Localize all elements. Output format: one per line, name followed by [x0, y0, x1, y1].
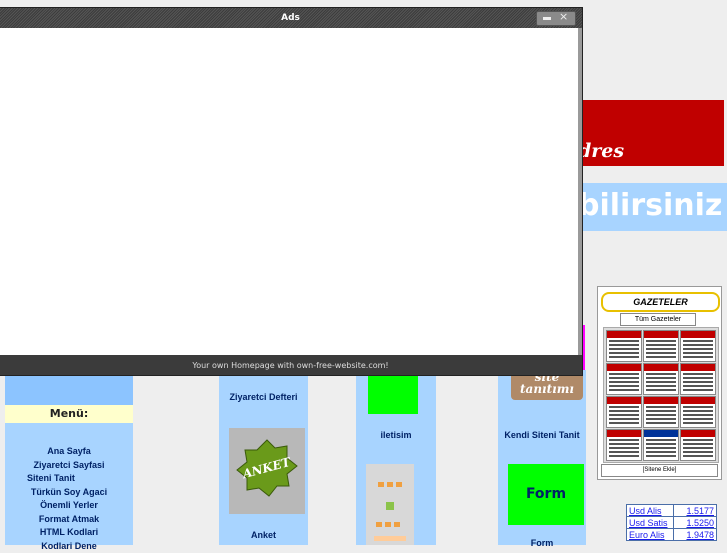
- green-block[interactable]: [368, 370, 418, 414]
- currency-value[interactable]: 1.5250: [674, 517, 717, 529]
- menu-item-onemli-yerler[interactable]: Önemli Yerler: [5, 499, 133, 513]
- newspaper-grid: [603, 327, 719, 463]
- flow-diagram-icon: [366, 464, 414, 545]
- blue-banner-text: bilirsiniz: [578, 188, 722, 223]
- close-icon[interactable]: ×: [559, 10, 568, 23]
- blue-banner: bilirsiniz: [578, 183, 727, 231]
- menu-item-ana-sayfa[interactable]: Ana Sayfa: [5, 445, 133, 459]
- table-row: Euro Alis 1.9478: [627, 529, 717, 541]
- iletisim-link[interactable]: iletisim: [356, 430, 436, 440]
- menu-item-html-kodlari[interactable]: HTML Kodlari: [5, 526, 133, 540]
- window-controls: ×: [536, 11, 576, 26]
- minimize-icon[interactable]: [543, 17, 551, 20]
- red-banner-text: dres: [578, 140, 624, 162]
- form-button[interactable]: Form: [508, 464, 584, 525]
- newspaper-thumb[interactable]: [606, 330, 642, 362]
- table-row: Usd Satis 1.5250: [627, 517, 717, 529]
- newspaper-thumb[interactable]: [643, 330, 679, 362]
- newspaper-thumb[interactable]: [643, 363, 679, 395]
- flow-diagram-image[interactable]: [366, 464, 414, 545]
- newspaper-thumb[interactable]: [606, 363, 642, 395]
- anket-badge-icon: ANKET: [229, 428, 305, 514]
- anket-link[interactable]: Anket: [219, 530, 308, 540]
- sitene-ekle-link[interactable]: [Sitene Ekle]: [601, 464, 718, 477]
- red-banner: dres: [578, 100, 724, 166]
- menu-item-soy-agaci[interactable]: Türkün Soy Agaci: [5, 486, 133, 500]
- kendi-siteni-tanit-link[interactable]: Kendi Siteni Tanit: [498, 430, 586, 440]
- table-row: Usd Alis 1.5177: [627, 505, 717, 517]
- gazeteler-select[interactable]: Tüm Gazeteler: [620, 313, 696, 326]
- ads-footer-link[interactable]: Your own Homepage with own-free-website.…: [0, 357, 582, 375]
- currency-label[interactable]: Usd Alis: [627, 505, 674, 517]
- form-link[interactable]: Form: [498, 538, 586, 548]
- newspaper-thumb[interactable]: [680, 429, 716, 461]
- newspaper-thumb[interactable]: [606, 429, 642, 461]
- newspaper-thumb[interactable]: [643, 396, 679, 428]
- menu-item-siteni-tanit[interactable]: Siteni Tanit: [5, 472, 133, 486]
- ads-window-title: Ads: [0, 8, 582, 28]
- newspaper-thumb[interactable]: [606, 396, 642, 428]
- newspaper-thumb[interactable]: [680, 396, 716, 428]
- ads-content-area: [0, 28, 582, 355]
- menu-heading: Menü:: [5, 405, 133, 423]
- menu-item-format-atmak[interactable]: Format Atmak: [5, 513, 133, 527]
- currency-label[interactable]: Usd Satis: [627, 517, 674, 529]
- anket-image[interactable]: ANKET: [229, 428, 305, 514]
- menu-item-kodlari-dene[interactable]: Kodlari Dene: [5, 540, 133, 553]
- menu-item-ziyaretci[interactable]: Ziyaretci Sayfasi: [5, 459, 133, 473]
- gazeteler-title: GAZETELER: [601, 292, 720, 312]
- gazeteler-widget: GAZETELER Tüm Gazeteler [Sitene Ekle]: [597, 286, 722, 480]
- currency-value[interactable]: 1.5177: [674, 505, 717, 517]
- currency-value[interactable]: 1.9478: [674, 529, 717, 541]
- ziyaretci-defteri-link[interactable]: Ziyaretci Defteri: [219, 392, 308, 402]
- menu-list: Ana Sayfa Ziyaretci Sayfasi Siteni Tanit…: [5, 445, 133, 553]
- newspaper-thumb[interactable]: [680, 363, 716, 395]
- newspaper-thumb[interactable]: [643, 429, 679, 461]
- currency-label[interactable]: Euro Alis: [627, 529, 674, 541]
- newspaper-thumb[interactable]: [680, 330, 716, 362]
- currency-table: Usd Alis 1.5177 Usd Satis 1.5250 Euro Al…: [626, 504, 717, 541]
- ads-window: Ads × Your own Homepage with own-free-we…: [0, 7, 583, 376]
